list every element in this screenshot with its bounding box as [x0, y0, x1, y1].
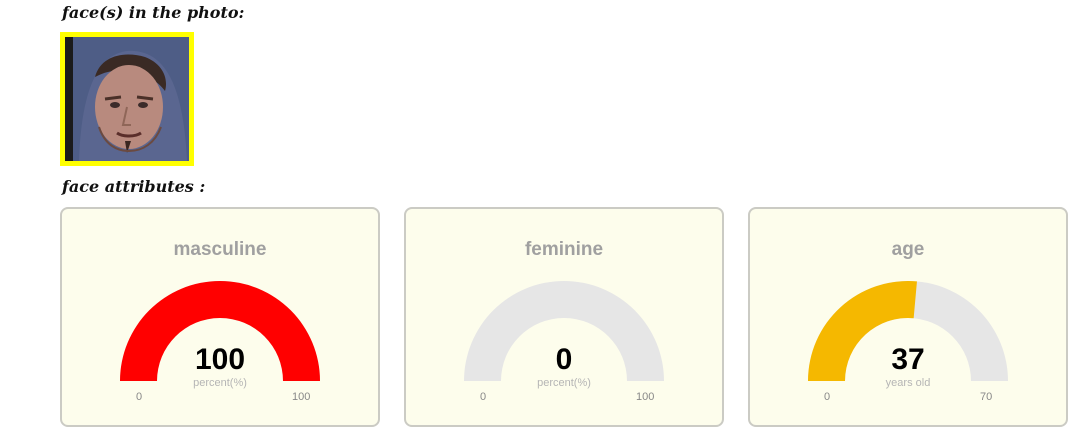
gauge-title: feminine [524, 239, 604, 260]
gauge-value: 100 [194, 343, 246, 376]
gauge-max-label: 70 [980, 391, 993, 403]
gauge-unit: percent(%) [537, 377, 591, 389]
gauge-value: 37 [891, 343, 925, 376]
age-gauge-card: age 37 years old 0 70 [748, 207, 1068, 427]
faces-heading: face(s) in the photo: [62, 3, 245, 22]
face-attributes-heading: face attributes : [62, 177, 206, 196]
face-thumbnail[interactable] [60, 32, 194, 166]
gauge-min-label: 0 [480, 391, 487, 403]
gauge-title: age [891, 239, 925, 260]
gauge-title: masculine [173, 239, 267, 260]
face-photo-image [65, 37, 189, 161]
feminine-gauge-card: feminine 0 percent(%) 0 100 [404, 207, 724, 427]
gauge-value: 0 [555, 343, 573, 376]
gauge-max-label: 100 [636, 391, 655, 403]
gauge-min-label: 0 [136, 391, 143, 403]
gauge-min-label: 0 [824, 391, 831, 403]
masculine-gauge-card: masculine 100 percent(%) 0 100 [60, 207, 380, 427]
gauge-max-label: 100 [292, 391, 311, 403]
gauge-unit: years old [885, 377, 931, 389]
gauge-unit: percent(%) [193, 377, 247, 389]
